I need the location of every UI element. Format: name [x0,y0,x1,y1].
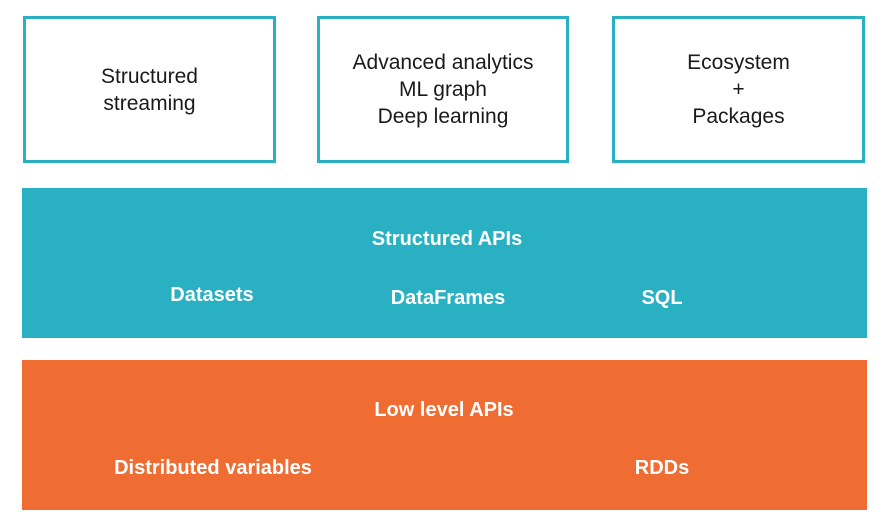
datasets-label: Datasets [170,284,254,306]
box-line: Packages [692,105,785,128]
box-line: Advanced analytics [352,51,534,74]
box-line: ML graph [399,78,487,101]
box-line: streaming [103,91,196,115]
ecosystem-packages-box: Ecosystem + Packages [612,16,865,163]
rdds-label: RDDs [634,457,690,479]
box-line: Deep learning [377,105,509,128]
distributed-variables-label: Distributed variables [114,457,312,479]
box-line: + [732,78,745,101]
box-line: Ecosystem [687,51,790,74]
sql-label: SQL [641,287,683,309]
low-level-apis-title: Low level APIs [374,399,514,421]
structured-apis-layer: Structured APIs Datasets DataFrames SQL [22,188,867,338]
advanced-analytics-box: Advanced analytics ML graph Deep learnin… [317,16,569,163]
structured-apis-title: Structured APIs [371,228,523,250]
structured-streaming-box: Structured streaming [23,16,276,163]
low-level-apis-layer: Low level APIs Distributed variables RDD… [22,360,867,510]
box-line: Structured [101,64,198,88]
dataframes-label: DataFrames [390,287,506,309]
